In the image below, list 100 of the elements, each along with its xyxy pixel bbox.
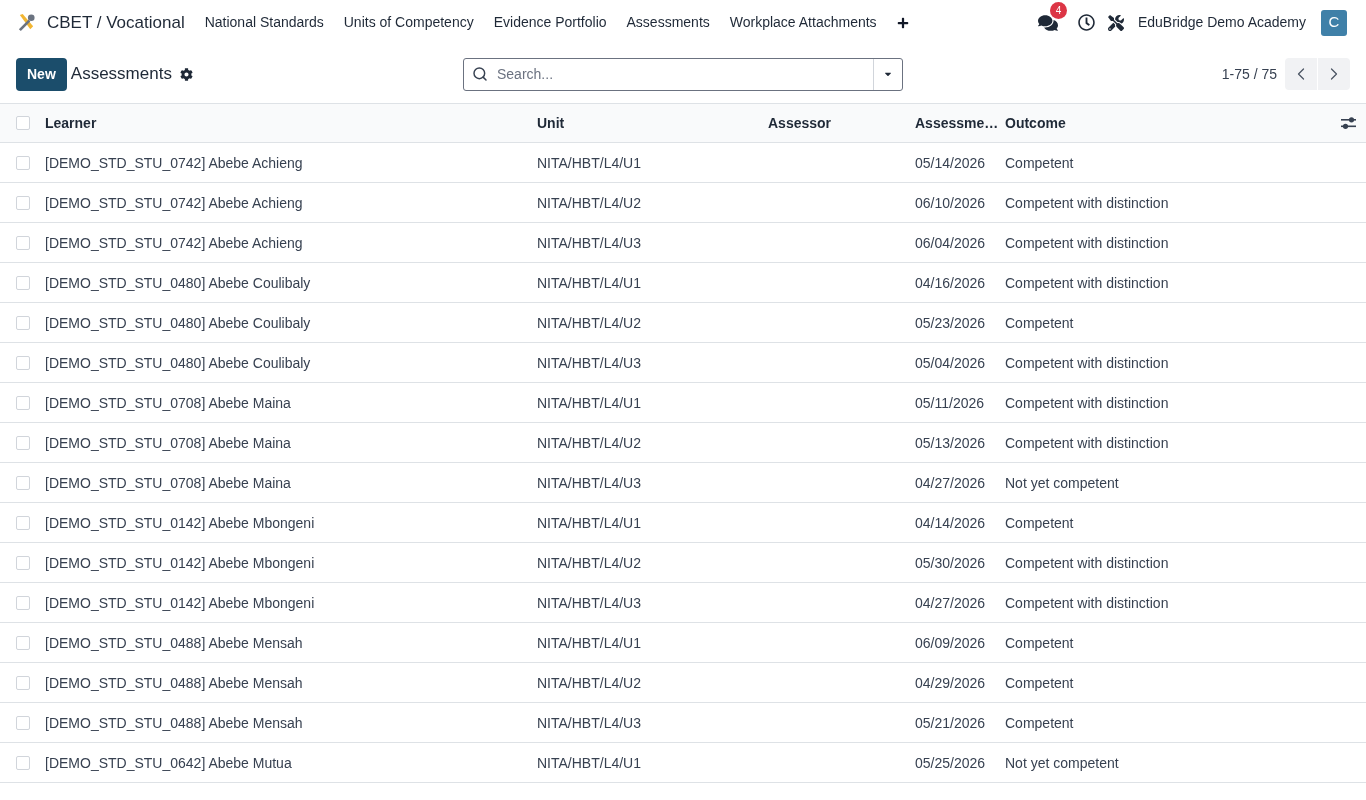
new-button[interactable]: New xyxy=(16,57,67,91)
column-header[interactable]: Outcome xyxy=(1005,112,1066,134)
table-cell: [DEMO_STD_STU_0708] Abebe Maina xyxy=(45,434,291,451)
table-cell: Competent with distinction xyxy=(1005,434,1169,451)
user-avatar[interactable]: C xyxy=(1321,9,1347,36)
table-cell: NITA/HBT/L4/U3 xyxy=(537,474,641,491)
row-checkbox[interactable] xyxy=(16,475,30,490)
row-checkbox[interactable] xyxy=(16,755,30,770)
row-checkbox[interactable] xyxy=(16,275,30,290)
table-cell: Competent with distinction xyxy=(1005,234,1169,251)
row-checkbox[interactable] xyxy=(16,515,30,530)
table-cell: [DEMO_STD_STU_0742] Abebe Achieng xyxy=(45,234,303,251)
table-cell: 05/11/2026 xyxy=(915,394,985,411)
table-cell: [DEMO_STD_STU_0142] Abebe Mbongeni xyxy=(45,554,315,571)
row-checkbox[interactable] xyxy=(16,715,30,730)
row-checkbox[interactable] xyxy=(16,195,30,210)
previous-page-button[interactable] xyxy=(1285,58,1317,90)
table-cell: [DEMO_STD_STU_0488] Abebe Mensah xyxy=(45,634,303,651)
table-cell: NITA/HBT/L4/U1 xyxy=(537,634,641,651)
table-cell: [DEMO_STD_STU_0142] Abebe Mbongeni xyxy=(45,594,315,611)
table-cell: NITA/HBT/L4/U2 xyxy=(537,194,641,211)
nav-menu-item[interactable]: Units of Competency xyxy=(333,12,484,33)
table-cell: Competent xyxy=(1005,154,1074,171)
column-header[interactable]: Unit xyxy=(537,112,565,134)
table-cell: NITA/HBT/L4/U3 xyxy=(537,234,641,251)
table-cell: NITA/HBT/L4/U2 xyxy=(537,674,641,691)
settings-icon[interactable] xyxy=(179,67,193,81)
next-page-button[interactable] xyxy=(1318,58,1350,90)
table-cell: NITA/HBT/L4/U1 xyxy=(537,154,641,171)
table-cell: [DEMO_STD_STU_0480] Abebe Coulibaly xyxy=(45,274,311,291)
table-cell: NITA/HBT/L4/U1 xyxy=(537,754,641,771)
table-cell: 06/09/2026 xyxy=(915,634,986,651)
row-checkbox[interactable] xyxy=(16,675,30,690)
table-cell: NITA/HBT/L4/U2 xyxy=(537,314,641,331)
page-title: Assessments xyxy=(70,63,172,86)
chat-icon[interactable] xyxy=(1037,13,1058,32)
nav-menu-item[interactable]: Assessments xyxy=(616,12,720,33)
nav-menu-item[interactable]: Evidence Portfolio xyxy=(483,12,617,33)
tools-icon[interactable] xyxy=(1107,14,1124,31)
table-cell: Competent with distinction xyxy=(1005,394,1169,411)
row-checkbox[interactable] xyxy=(16,435,30,450)
row-checkbox[interactable] xyxy=(16,555,30,570)
table-cell: NITA/HBT/L4/U1 xyxy=(537,514,641,531)
column-header[interactable]: Assessme… xyxy=(915,112,999,134)
table-cell: NITA/HBT/L4/U1 xyxy=(537,394,641,411)
table-cell: NITA/HBT/L4/U3 xyxy=(537,354,641,371)
table-cell: 06/10/2026 xyxy=(915,194,986,211)
add-icon[interactable] xyxy=(896,16,909,29)
table-cell: 04/27/2026 xyxy=(915,594,986,611)
table-cell: 05/21/2026 xyxy=(915,714,986,731)
row-checkbox[interactable] xyxy=(16,595,30,610)
row-checkbox[interactable] xyxy=(16,235,30,250)
app-name[interactable]: CBET / Vocational xyxy=(47,9,185,36)
table-cell: 04/27/2026 xyxy=(915,474,986,491)
table-cell: [DEMO_STD_STU_0708] Abebe Maina xyxy=(45,394,291,411)
table-cell: [DEMO_STD_STU_0742] Abebe Achieng xyxy=(45,154,303,171)
table-cell: [DEMO_STD_STU_0642] Abebe Mutua xyxy=(45,754,292,771)
search-icon xyxy=(472,65,488,82)
table-cell: 05/14/2026 xyxy=(915,154,986,171)
table-cell: 06/04/2026 xyxy=(915,234,986,251)
table-cell: 05/04/2026 xyxy=(915,354,986,371)
table-cell: Competent xyxy=(1005,674,1074,691)
table-cell: NITA/HBT/L4/U3 xyxy=(537,594,641,611)
table-cell: Competent with distinction xyxy=(1005,274,1169,291)
table-cell: [DEMO_STD_STU_0708] Abebe Maina xyxy=(45,474,291,491)
table-cell: [DEMO_STD_STU_0742] Abebe Achieng xyxy=(45,194,303,211)
table-cell: Competent with distinction xyxy=(1005,194,1169,211)
table-cell: [DEMO_STD_STU_0480] Abebe Coulibaly xyxy=(45,354,311,371)
sliders-icon[interactable] xyxy=(1340,116,1356,130)
notification-badge: 4 xyxy=(1049,1,1067,19)
company-name[interactable]: EduBridge Demo Academy xyxy=(1137,12,1306,33)
select-all-checkbox[interactable] xyxy=(16,116,30,130)
table-cell: 05/13/2026 xyxy=(915,434,986,451)
row-checkbox[interactable] xyxy=(16,635,30,650)
column-header[interactable]: Assessor xyxy=(768,112,832,134)
row-checkbox[interactable] xyxy=(16,355,30,370)
table-cell: 04/29/2026 xyxy=(915,674,986,691)
nav-menu-item[interactable]: Workplace Attachments xyxy=(719,12,887,33)
row-checkbox[interactable] xyxy=(16,395,30,410)
table-cell: 04/16/2026 xyxy=(915,274,986,291)
pager-counter[interactable]: 1-75 / 75 xyxy=(1221,63,1277,85)
table-cell: 05/23/2026 xyxy=(915,314,986,331)
table-cell: NITA/HBT/L4/U2 xyxy=(537,434,641,451)
table-cell: Competent with distinction xyxy=(1005,594,1169,611)
table-cell: [DEMO_STD_STU_0480] Abebe Coulibaly xyxy=(45,314,311,331)
table-cell: 05/25/2026 xyxy=(915,754,986,771)
table-cell: 04/14/2026 xyxy=(915,514,986,531)
table-cell: NITA/HBT/L4/U3 xyxy=(537,714,641,731)
tools-logo-icon xyxy=(17,13,36,32)
row-checkbox[interactable] xyxy=(16,155,30,170)
table-cell: NITA/HBT/L4/U2 xyxy=(537,554,641,571)
table-cell: Not yet competent xyxy=(1005,754,1119,771)
search-field[interactable]: Search... xyxy=(463,57,903,91)
row-checkbox[interactable] xyxy=(16,315,30,330)
clock-icon[interactable] xyxy=(1077,14,1095,31)
table-cell: Competent xyxy=(1005,314,1074,331)
nav-menu-item[interactable]: National Standards xyxy=(194,12,334,33)
table-cell: Competent xyxy=(1005,514,1074,531)
column-header[interactable]: Learner xyxy=(45,112,97,134)
table-cell: NITA/HBT/L4/U1 xyxy=(537,274,641,291)
